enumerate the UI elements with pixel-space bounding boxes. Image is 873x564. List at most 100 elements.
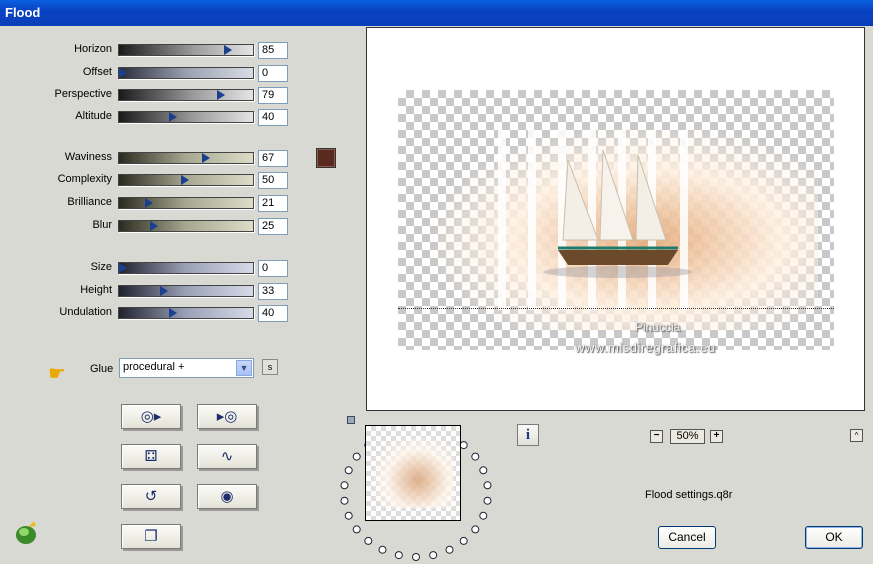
preset-dot[interactable] bbox=[479, 466, 488, 475]
settings-filename: Flood settings.q8r bbox=[645, 489, 733, 501]
preset-dot[interactable] bbox=[340, 481, 349, 490]
copy-button[interactable]: ❐ bbox=[121, 524, 181, 549]
slider-value-field[interactable]: 25 bbox=[258, 218, 288, 235]
slider-value-field[interactable]: 85 bbox=[258, 42, 288, 59]
slider-thumb[interactable] bbox=[202, 153, 211, 163]
preview-image bbox=[398, 90, 834, 350]
preset-dot[interactable] bbox=[459, 536, 468, 545]
slider-track[interactable] bbox=[118, 67, 254, 79]
horizon-line[interactable] bbox=[398, 308, 834, 309]
slider-row-undulation: Undulation 40 bbox=[0, 303, 300, 323]
slider-label: Undulation bbox=[59, 306, 112, 318]
preset-dot[interactable] bbox=[429, 551, 438, 560]
preset-dot[interactable] bbox=[344, 466, 353, 475]
glue-s-button[interactable]: s bbox=[262, 359, 278, 375]
undo-button[interactable]: ↺ bbox=[121, 484, 181, 509]
slider-label: Offset bbox=[82, 66, 112, 78]
slider-value-field[interactable]: 0 bbox=[258, 65, 288, 82]
wave-button[interactable]: ∿ bbox=[197, 444, 257, 469]
preset-dot[interactable] bbox=[471, 525, 480, 534]
preset-dot[interactable] bbox=[394, 551, 403, 560]
random-all-button[interactable]: ◎▸ bbox=[121, 404, 181, 429]
slider-thumb[interactable] bbox=[224, 45, 233, 55]
slider-thumb[interactable] bbox=[169, 112, 178, 122]
slider-track[interactable] bbox=[118, 44, 254, 56]
slider-thumb[interactable] bbox=[150, 221, 159, 231]
preset-dot[interactable] bbox=[459, 441, 468, 450]
pointing-hand-icon: ☛ bbox=[48, 363, 66, 385]
preset-dot[interactable] bbox=[344, 511, 353, 520]
slider-track[interactable] bbox=[118, 89, 254, 101]
slider-value-field[interactable]: 0 bbox=[258, 260, 288, 277]
wave-icon: ∿ bbox=[220, 448, 234, 465]
preset-dot[interactable] bbox=[352, 525, 361, 534]
title-bar: Flood bbox=[0, 0, 873, 26]
slider-label: Brilliance bbox=[67, 196, 112, 208]
watermark-name: Pinuccia bbox=[635, 320, 681, 334]
slider-value-field[interactable]: 40 bbox=[258, 305, 288, 322]
slider-track[interactable] bbox=[118, 220, 254, 232]
preset-dot[interactable] bbox=[378, 545, 387, 554]
zoom-out-button[interactable]: − bbox=[650, 430, 663, 443]
reset-icon: ◉ bbox=[220, 488, 234, 505]
slider-label: Perspective bbox=[54, 88, 112, 100]
dice-icon: ⚃ bbox=[144, 448, 158, 465]
slider-track[interactable] bbox=[118, 262, 254, 274]
preset-dot[interactable] bbox=[364, 536, 373, 545]
slider-value-field[interactable]: 50 bbox=[258, 172, 288, 189]
slider-row-complexity: Complexity 50 bbox=[0, 170, 300, 190]
slider-label: Blur bbox=[92, 219, 112, 231]
slider-thumb[interactable] bbox=[119, 263, 128, 273]
slider-track[interactable] bbox=[118, 174, 254, 186]
slider-row-size: Size 0 bbox=[0, 258, 300, 278]
sailing-ship-image bbox=[543, 149, 693, 278]
info-button[interactable]: i bbox=[517, 424, 539, 446]
slider-value-field[interactable]: 67 bbox=[258, 150, 288, 167]
cancel-button[interactable]: Cancel bbox=[658, 526, 716, 549]
slider-track[interactable] bbox=[118, 111, 254, 123]
slider-thumb[interactable] bbox=[169, 308, 178, 318]
slider-label: Complexity bbox=[57, 173, 112, 185]
preset-dot[interactable] bbox=[352, 452, 361, 461]
ok-button[interactable]: OK bbox=[805, 526, 863, 549]
slider-track[interactable] bbox=[118, 285, 254, 297]
slider-label: Altitude bbox=[75, 110, 112, 122]
slider-row-altitude: Altitude 40 bbox=[0, 107, 300, 127]
preset-dot[interactable] bbox=[479, 511, 488, 520]
undo-icon: ↺ bbox=[144, 488, 158, 505]
dropdown-arrow-icon[interactable]: ▼ bbox=[236, 360, 252, 376]
preset-dot[interactable] bbox=[340, 496, 349, 505]
slider-value-field[interactable]: 79 bbox=[258, 87, 288, 104]
color-swatch[interactable] bbox=[316, 148, 336, 168]
preset-dot[interactable] bbox=[483, 496, 492, 505]
slider-thumb[interactable] bbox=[145, 198, 154, 208]
glue-select[interactable]: procedural + ▼ bbox=[119, 358, 254, 378]
app-logo-icon bbox=[16, 521, 36, 544]
watermark-url: www.misdiregrafica.eu bbox=[575, 340, 716, 355]
slider-thumb[interactable] bbox=[160, 286, 169, 296]
navigator-thumbnail[interactable] bbox=[365, 425, 461, 521]
preview-pane[interactable]: Pinuccia www.misdiregrafica.eu bbox=[366, 27, 865, 411]
dice-button[interactable]: ⚃ bbox=[121, 444, 181, 469]
random-all-icon: ◎▸ bbox=[140, 408, 162, 425]
slider-track[interactable] bbox=[118, 307, 254, 319]
slider-track[interactable] bbox=[118, 197, 254, 209]
slider-value-field[interactable]: 40 bbox=[258, 109, 288, 126]
play-forward-icon: ▸◎ bbox=[216, 408, 238, 425]
slider-thumb[interactable] bbox=[119, 68, 128, 78]
window-title: Flood bbox=[5, 5, 41, 20]
slider-thumb[interactable] bbox=[217, 90, 226, 100]
slider-value-field[interactable]: 21 bbox=[258, 195, 288, 212]
preset-dot[interactable] bbox=[445, 545, 454, 554]
collapse-preview-button[interactable]: ^ bbox=[850, 429, 863, 442]
preset-dot[interactable] bbox=[471, 452, 480, 461]
slider-track[interactable] bbox=[118, 152, 254, 164]
zoom-in-button[interactable]: + bbox=[710, 430, 723, 443]
preset-dot[interactable] bbox=[483, 481, 492, 490]
slider-thumb[interactable] bbox=[181, 175, 190, 185]
preset-dot[interactable] bbox=[412, 553, 420, 561]
reset-button[interactable]: ◉ bbox=[197, 484, 257, 509]
copy-icon: ❐ bbox=[144, 528, 158, 545]
play-forward-button[interactable]: ▸◎ bbox=[197, 404, 257, 429]
slider-value-field[interactable]: 33 bbox=[258, 283, 288, 300]
